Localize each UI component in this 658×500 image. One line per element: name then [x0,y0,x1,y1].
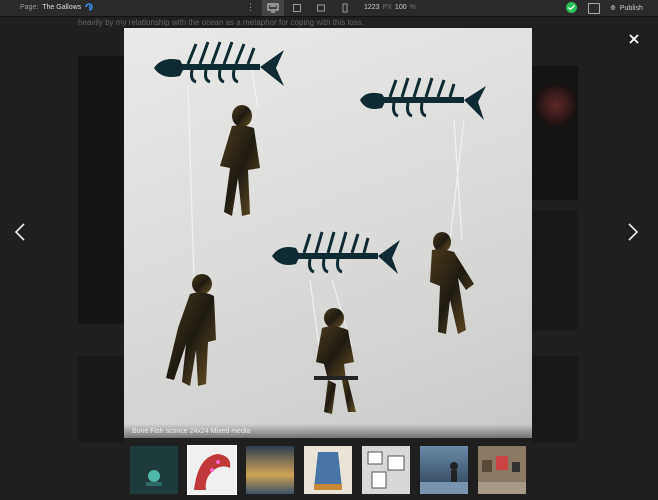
more-options-icon[interactable]: ⋮ [246,2,255,12]
page-selector[interactable]: Page: The Gallows [20,4,81,11]
bronze-figure-2 [430,232,474,334]
editor-toolbar: Page: The Gallows ⋮ 1223 PX 100% ⟰ Publish [0,0,658,17]
fish-skeleton-sculpture-2 [360,77,486,120]
thumb-blue-landscape[interactable] [246,446,294,494]
canvas-width-readout[interactable]: 1223 PX 100% [364,4,416,11]
background-image-right-mid [532,210,578,330]
background-intro-text: heavily by my relationship with the ocea… [78,18,364,27]
share-icon[interactable] [588,3,600,14]
bronze-figure-1 [220,105,260,216]
chevron-right-icon [628,223,639,241]
laptop-icon [293,4,301,12]
bronze-figure-3 [166,274,216,386]
close-lightbox-button[interactable] [629,32,639,47]
chevron-left-icon [14,223,25,241]
publish-label: Publish [619,5,643,12]
publish-icon: ⟰ [610,5,616,12]
saved-check-icon [566,2,577,13]
tablet-view-button[interactable] [310,0,332,16]
background-image-left-bottom [78,356,124,442]
next-image-button[interactable] [627,222,639,247]
photo-caption: Bone Fish sconce 24x24 Mixed media [124,424,532,438]
sync-icon[interactable] [84,2,94,12]
zoom-unit: % [409,4,416,11]
thumb-blue-dress[interactable] [304,446,352,494]
width-unit: PX [382,4,392,11]
background-red-swirl [535,84,577,126]
background-image-right-bottom [532,356,578,442]
thumbnail-strip [130,445,530,495]
background-image-left [78,56,124,324]
thumb-gallery-room[interactable] [478,446,526,494]
fish-skeleton-sculpture-1 [154,41,284,86]
desktop-view-button[interactable] [262,0,284,16]
publish-button[interactable]: ⟰ Publish [610,4,643,12]
zoom-value: 100 [394,4,407,11]
mobile-icon [342,3,348,13]
thumb-red-tentacle[interactable] [187,445,237,495]
bronze-figure-4-on-swing [314,308,358,414]
tablet-icon [317,4,325,12]
page-label: Page: [20,4,39,11]
width-value: 1223 [364,4,380,11]
thumb-figures-sea[interactable] [420,446,468,494]
lightbox-photo [124,28,532,438]
thumb-white-panels[interactable] [362,446,410,494]
thumb-green-figure[interactable] [130,446,178,494]
page-name: The Gallows [42,4,82,11]
mobile-view-button[interactable] [334,0,356,16]
desktop-icon [267,3,279,13]
close-icon [629,34,639,44]
previous-image-button[interactable] [14,222,26,247]
fish-skeleton-sculpture-3 [272,231,400,274]
laptop-view-button[interactable] [286,0,308,16]
